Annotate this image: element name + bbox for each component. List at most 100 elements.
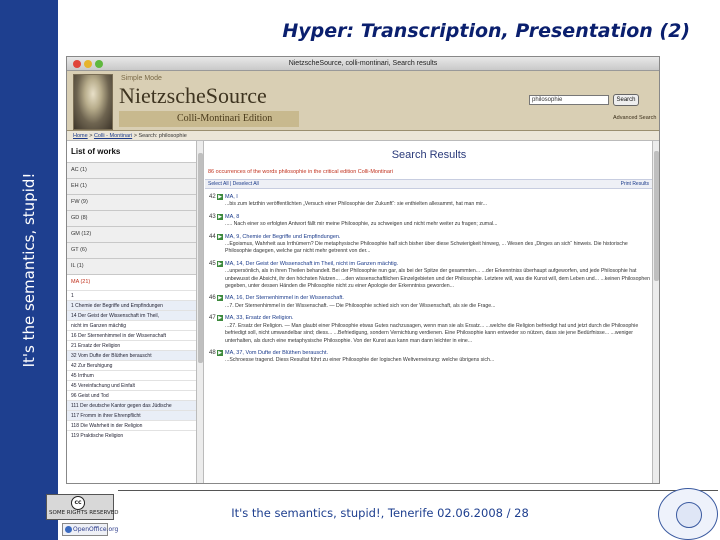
slide-footer: It's the semantics, stupid!, Tenerife 02… <box>231 506 529 520</box>
zoom-window-icon[interactable] <box>95 60 103 68</box>
works-scrollbar[interactable] <box>197 141 204 483</box>
browser-window: NietzscheSource, colli-montinari, Search… <box>66 56 660 484</box>
result-snippet: ..... Nach einer so erfolgten Antwort fä… <box>225 221 498 228</box>
work-subitem[interactable]: 1 <box>67 290 196 300</box>
results-title: Search Results <box>391 149 467 161</box>
result-item: 46 ▶ MA, 16, Der Sternenhimmel in der Wiss… <box>205 295 653 310</box>
work-item[interactable]: IL (1) <box>67 258 196 274</box>
breadcrumb-home[interactable]: Home <box>73 133 88 139</box>
work-subitem[interactable]: 119 Praktische Religion <box>67 430 196 440</box>
work-subitem[interactable]: 45 Vereinfachung und Einfalt <box>67 380 196 390</box>
result-heading-link[interactable]: MA, 8 <box>225 214 653 221</box>
work-subitem[interactable]: 21 Ersatz der Religion <box>67 340 196 350</box>
result-snippet: ...bis zum letzthin veröffentlichten „Ve… <box>225 201 487 208</box>
work-item[interactable]: AC (1) <box>67 162 196 178</box>
result-snippet: ...27. Ersatz der Religion. — Man glaubt… <box>225 322 639 344</box>
close-window-icon[interactable] <box>73 60 81 68</box>
expand-arrow-icon[interactable]: ▶ <box>217 295 223 302</box>
expand-arrow-icon[interactable]: ▶ <box>217 260 223 267</box>
work-subitem[interactable]: 96 Geist und Tod <box>67 390 196 400</box>
expand-arrow-icon[interactable]: ▶ <box>217 213 223 220</box>
creative-commons-badge: cc SOME RIGHTS RESERVED <box>46 494 119 520</box>
seal-emblem <box>676 502 702 528</box>
results-scroll-thumb[interactable] <box>654 151 659 281</box>
results-list: 42 ▶ MA, I ...bis zum letzthin veröffentlic… <box>205 194 653 365</box>
result-number: 46 <box>209 295 216 302</box>
works-panel: List of works AC (1) EH (1) FW (9) GD (8) GM… <box>67 141 197 483</box>
breadcrumb-colli-montinari[interactable]: Colli - Montinari <box>94 133 132 139</box>
openoffice-label: OpenOffice.org <box>73 526 119 533</box>
minimize-window-icon[interactable] <box>84 60 92 68</box>
footer-divider <box>118 490 718 491</box>
work-subitem[interactable]: nicht im Ganzen mächtig <box>67 320 196 330</box>
nietzsche-portrait-image <box>73 74 113 130</box>
work-subitem[interactable]: 1 Chemie der Begriffe und Empfindungen <box>67 300 196 310</box>
result-snippet: ...Egoismus, Wahrheit aus Irrthümern? Di… <box>225 241 628 255</box>
result-snippet: ...unpersönlich, als in ihren Theilen be… <box>225 268 651 290</box>
result-heading-link[interactable]: MA, 33, Ersatz der Religion. <box>225 315 653 322</box>
work-subitem[interactable]: 16 Der Sternenhimmel in der Wissenschaft <box>67 330 196 340</box>
mode-label[interactable]: Simple Mode <box>121 75 162 82</box>
result-number: 48 <box>209 349 216 356</box>
work-subitem[interactable]: 117 Fromm in ihrer Ehrenpflicht <box>67 410 196 420</box>
result-item: 43 ▶ MA, 8..... Nach einer so erfolgten An… <box>205 213 653 229</box>
work-item[interactable]: EH (1) <box>67 178 196 194</box>
advanced-search-link[interactable]: Advanced Search <box>613 115 656 121</box>
expand-arrow-icon[interactable]: ▶ <box>217 233 223 240</box>
works-list: AC (1) EH (1) FW (9) GD (8) GM (12) GT (6) IL … <box>67 162 196 290</box>
result-item: 42 ▶ MA, I ...bis zum letzthin veröffentlic… <box>205 194 653 209</box>
breadcrumb-current: > Search: philosophie <box>133 133 187 139</box>
work-subitem[interactable]: 111 Der deutsche Kantor gegen das Jüdisc… <box>67 400 196 410</box>
window-title: NietzscheSource, colli-montinari, Search… <box>288 60 438 67</box>
result-number: 43 <box>209 213 216 220</box>
results-count: 86 occurrences of the words philosophie … <box>208 169 393 175</box>
result-heading-link[interactable]: MA, 9, Chemie der Begriffe und Empfindun… <box>225 234 653 241</box>
works-title: List of works <box>71 147 121 156</box>
expand-arrow-icon[interactable]: ▶ <box>217 194 223 200</box>
result-item: 47 ▶ MA, 33, Ersatz der Religion. ...27. Er… <box>205 315 653 345</box>
work-item[interactable]: GM (12) <box>67 226 196 242</box>
results-panel: Search Results 86 occurrences of the wor… <box>205 141 653 483</box>
openoffice-badge: OpenOffice.org <box>62 523 118 536</box>
result-heading-link[interactable]: MA, I <box>225 194 653 201</box>
result-snippet: ...7. Der Sternenhimmel in der Wissensch… <box>225 302 496 309</box>
work-subitem[interactable]: 14 Der Geist der Wissenschaft im Theil, <box>67 310 196 320</box>
results-toolbar: Select All | Deselect All Print Results <box>205 179 653 189</box>
work-subitem[interactable]: 42 Zur Beruhigung <box>67 360 196 370</box>
result-heading-link[interactable]: MA, 16, Der Sternenhimmel in der Wissens… <box>225 295 653 302</box>
works-scroll-thumb[interactable] <box>198 153 203 363</box>
slide: It's the semantics, stupid! Hyper: Trans… <box>0 0 720 540</box>
results-scrollbar[interactable] <box>652 141 659 483</box>
slide-sidebar: It's the semantics, stupid! <box>0 0 58 540</box>
result-number: 42 <box>209 194 216 200</box>
work-item[interactable]: GT (6) <box>67 242 196 258</box>
site-banner: Simple Mode NietzscheSource Colli-Montin… <box>67 71 659 131</box>
search-input[interactable]: philosophie <box>529 95 609 105</box>
cc-badge-text: SOME RIGHTS RESERVED <box>49 510 119 516</box>
site-logo[interactable]: NietzscheSource <box>119 83 267 109</box>
openoffice-icon <box>65 526 72 533</box>
result-number: 45 <box>209 260 216 267</box>
result-number: 47 <box>209 315 216 322</box>
select-all-link[interactable]: Select All | Deselect All <box>208 181 259 187</box>
work-item[interactable]: MA (21) <box>67 274 196 290</box>
breadcrumb-separator: > <box>89 133 93 139</box>
slide-title: Hyper: Transcription, Presentation (2) <box>282 20 690 42</box>
work-item[interactable]: FW (9) <box>67 194 196 210</box>
work-item[interactable]: GD (8) <box>67 210 196 226</box>
result-item: 44 ▶ MA, 9, Chemie der Begriffe und Empfin… <box>205 233 653 256</box>
work-subitem[interactable]: 45 Irrthum <box>67 370 196 380</box>
search-button[interactable]: Search <box>613 94 639 106</box>
print-results-link[interactable]: Print Results <box>621 180 649 189</box>
result-heading-link[interactable]: MA, 14, Der Geist der Wissenschaft im Th… <box>225 261 653 268</box>
window-titlebar: NietzscheSource, colli-montinari, Search… <box>67 57 659 71</box>
result-heading-link[interactable]: MA, 37, Vom Dufte der Blüthen berauscht. <box>225 350 653 357</box>
cc-icon: cc <box>71 496 85 510</box>
result-item: 45 ▶ MA, 14, Der Geist der Wissenschaft im… <box>205 260 653 291</box>
expand-arrow-icon[interactable]: ▶ <box>217 349 223 356</box>
expand-arrow-icon[interactable]: ▶ <box>217 315 223 322</box>
work-subitem[interactable]: 32 Vom Dufte der Blüthen berauscht <box>67 350 196 360</box>
page-body: List of works AC (1) EH (1) FW (9) GD (8) GM… <box>67 141 659 483</box>
result-item: 48 ▶ MA, 37, Vom Dufte der Blüthen berausc… <box>205 349 653 365</box>
work-subitem[interactable]: 118 Die Wahrheit in der Religion <box>67 420 196 430</box>
